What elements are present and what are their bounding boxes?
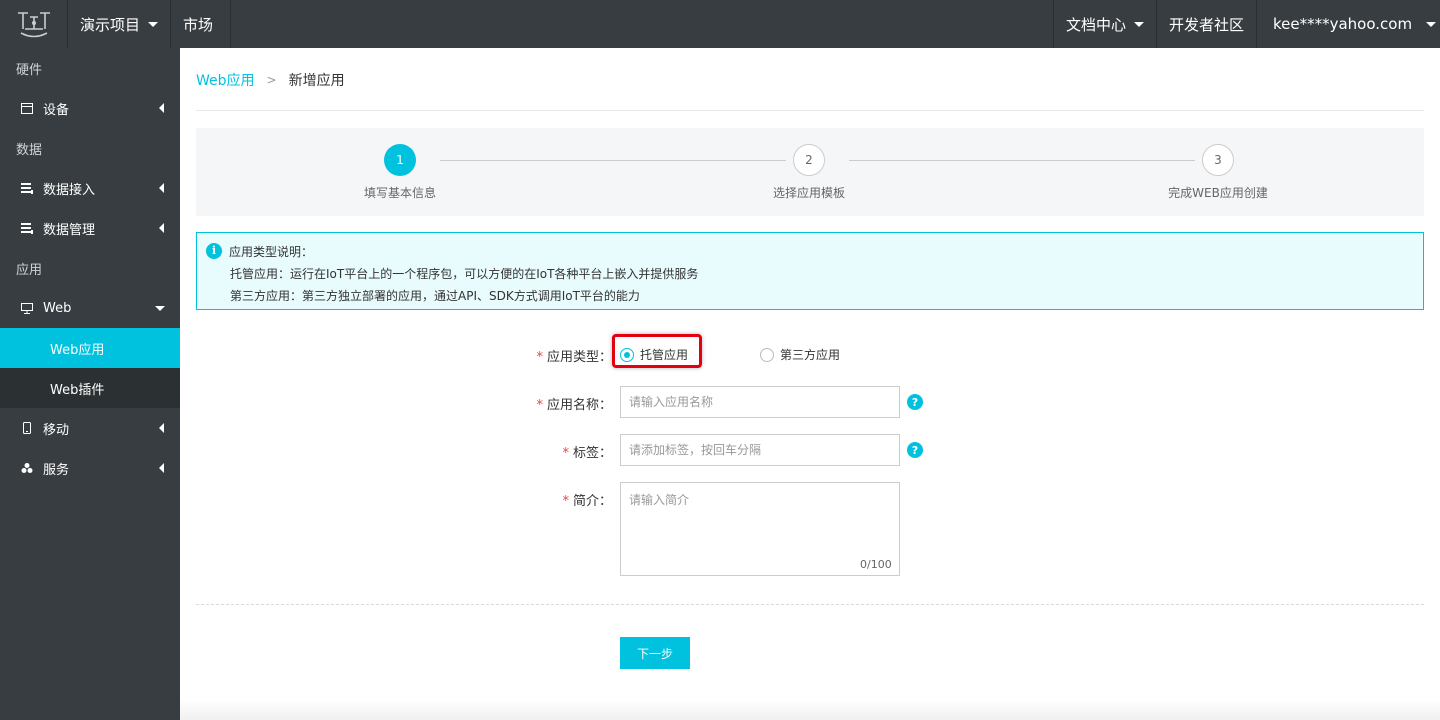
data-manage-icon: [20, 221, 34, 235]
sidebar-group-app: 应用: [16, 262, 43, 278]
sidebar-group-data: 数据: [16, 142, 43, 158]
sidebar-item-label: 设备: [43, 102, 70, 118]
intro-textarea[interactable]: [620, 482, 900, 576]
intro-label-text: 简介：: [572, 494, 612, 509]
sidebar-group-hardware: 硬件: [16, 62, 43, 78]
step-connector: [849, 160, 1195, 161]
form-divider: [196, 604, 1424, 605]
market-label: 市场: [183, 15, 214, 34]
radio-checked-icon: [620, 347, 634, 362]
sidebar-subitem-web-plugin[interactable]: Web插件: [0, 368, 180, 408]
breadcrumb: Web应用 > 新增应用: [196, 70, 345, 90]
project-label: 演示项目: [80, 15, 141, 34]
info-icon: i: [206, 243, 222, 259]
radio-label: 托管应用: [640, 348, 689, 362]
radio-label: 第三方应用: [780, 348, 841, 362]
info-notice: i 应用类型说明： 托管应用：运行在IoT平台上的一个程序包，可以方便的在IoT…: [196, 232, 1424, 310]
notice-title: 应用类型说明：: [229, 245, 314, 259]
sidebar-item-data-manage[interactable]: 数据管理: [0, 208, 180, 248]
required-mark: *: [562, 494, 569, 509]
chevron-down-icon: [155, 306, 165, 311]
notice-line-third-party: 第三方应用：第三方独立部署的应用，通过API、SDK方式调用IoT平台的能力: [230, 289, 640, 303]
chevron-left-icon: [159, 183, 164, 193]
intro-char-counter: 0/100: [860, 558, 892, 571]
mobile-icon: [20, 421, 34, 435]
step-1: 1 填写基本信息: [340, 144, 460, 201]
step-number: 3: [1202, 144, 1234, 176]
sidebar-item-device[interactable]: 设备: [0, 88, 180, 128]
notice-line-hosted: 托管应用：运行在IoT平台上的一个程序包，可以方便的在IoT各种平台上嵌入并提供…: [230, 267, 699, 281]
chevron-down-icon: [1134, 21, 1144, 27]
intro-label: * 简介：: [516, 490, 612, 509]
user-label: kee****yahoo.com: [1273, 15, 1413, 33]
header-divider: [196, 110, 1424, 111]
help-icon[interactable]: ?: [907, 442, 923, 458]
sidebar: 硬件 设备 数据 数据接入 数据管理 应用 Web Web应用 Web插件 移动: [0, 48, 180, 720]
sidebar-item-label: 服务: [43, 462, 70, 478]
device-icon: [20, 101, 34, 115]
required-mark: *: [536, 398, 543, 413]
chevron-left-icon: [159, 463, 164, 473]
sidebar-item-data-access[interactable]: 数据接入: [0, 168, 180, 208]
sidebar-item-label: 移动: [43, 422, 70, 438]
sidebar-item-mobile[interactable]: 移动: [0, 408, 180, 448]
next-step-button[interactable]: 下一步: [620, 637, 690, 669]
top-bar: 演示项目 市场 文档中心 开发者社区 kee****yahoo.com: [0, 0, 1440, 48]
step-2: 2 选择应用模板: [749, 144, 869, 201]
sidebar-item-label: Web: [43, 300, 72, 316]
radio-third-party-app[interactable]: 第三方应用: [760, 346, 840, 363]
bottom-shadow: [180, 700, 1440, 720]
tags-input[interactable]: [620, 434, 900, 466]
breadcrumb-separator-icon: >: [266, 73, 277, 87]
sidebar-item-label: 数据管理: [43, 222, 96, 238]
required-mark: *: [562, 446, 569, 461]
monitor-icon: [20, 301, 34, 315]
step-connector: [440, 160, 786, 161]
app-name-label-text: 应用名称：: [546, 398, 612, 413]
docs-label: 文档中心: [1066, 15, 1127, 34]
app-type-label: * 应用类型：: [516, 346, 612, 365]
radio-unchecked-icon: [760, 347, 774, 362]
step-number: 2: [793, 144, 825, 176]
chevron-left-icon: [159, 103, 164, 113]
breadcrumb-current: 新增应用: [288, 73, 345, 89]
project-dropdown[interactable]: 演示项目: [68, 0, 171, 48]
docs-dropdown[interactable]: 文档中心: [1053, 0, 1157, 48]
sidebar-subitem-web-app[interactable]: Web应用: [0, 328, 180, 368]
app-name-label: * 应用名称：: [516, 394, 612, 413]
step-indicator: 1 填写基本信息 2 选择应用模板 3 完成WEB应用创建: [196, 128, 1424, 216]
iot-logo-icon[interactable]: [0, 0, 68, 48]
app-type-label-text: 应用类型：: [546, 350, 612, 365]
tags-label-text: 标签：: [572, 446, 612, 461]
chevron-left-icon: [159, 223, 164, 233]
user-dropdown[interactable]: kee****yahoo.com: [1257, 0, 1440, 48]
step-label: 完成WEB应用创建: [1168, 186, 1268, 200]
community-link[interactable]: 开发者社区: [1157, 0, 1257, 48]
step-label: 填写基本信息: [363, 186, 436, 200]
tags-label: * 标签：: [516, 442, 612, 461]
market-link[interactable]: 市场: [171, 0, 231, 48]
step-3: 3 完成WEB应用创建: [1158, 144, 1278, 201]
radio-hosted-app[interactable]: 托管应用: [620, 346, 688, 363]
breadcrumb-link-web-app[interactable]: Web应用: [196, 70, 255, 90]
sidebar-item-web[interactable]: Web: [0, 288, 180, 328]
data-access-icon: [20, 181, 34, 195]
required-mark: *: [536, 350, 543, 365]
chevron-down-icon: [1426, 21, 1437, 27]
chevron-down-icon: [148, 21, 158, 27]
community-label: 开发者社区: [1169, 15, 1245, 34]
service-icon: [20, 461, 34, 475]
sidebar-item-service[interactable]: 服务: [0, 448, 180, 488]
sidebar-item-label: 数据接入: [43, 182, 96, 198]
help-icon[interactable]: ?: [907, 394, 923, 410]
app-name-input[interactable]: [620, 386, 900, 418]
logo-graphic: [17, 12, 50, 38]
main-content: Web应用 > 新增应用 1 填写基本信息 2 选择应用模板 3 完成WEB应用…: [180, 48, 1440, 720]
step-number: 1: [384, 144, 416, 176]
step-label: 选择应用模板: [772, 186, 845, 200]
chevron-left-icon: [159, 423, 164, 433]
